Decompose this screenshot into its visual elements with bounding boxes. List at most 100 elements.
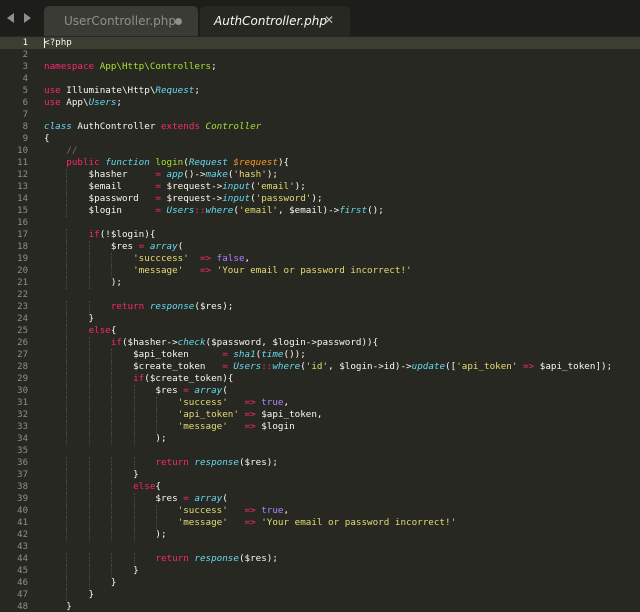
code-token: = (155, 193, 167, 204)
code-line[interactable]: 38 else{ (0, 481, 640, 493)
code-token: where (272, 361, 301, 372)
code-text: use App\Users; (44, 97, 122, 109)
tab-user-controller[interactable]: UserController.php (44, 6, 198, 36)
code-line[interactable]: 27 $api_token = sha1(time()); (0, 349, 640, 361)
code-line[interactable]: 29 if($create_token){ (0, 373, 640, 385)
code-text: $res = array( (44, 493, 227, 505)
code-token: true (261, 505, 284, 516)
line-number: 3 (22, 62, 28, 72)
code-line[interactable]: 28 $create_token = Users::where('id', $l… (0, 361, 640, 373)
code-line[interactable]: 26 if($hasher->check($password, $login->… (0, 337, 640, 349)
code-line[interactable]: 22 (0, 289, 640, 301)
line-number: 1 (22, 38, 28, 48)
code-token: update (411, 361, 446, 372)
code-text: return response($res); (44, 301, 234, 313)
code-line[interactable]: 25 else{ (0, 325, 640, 337)
modified-dot-icon[interactable] (175, 18, 182, 25)
arrow-left-icon[interactable] (6, 10, 16, 26)
code-line[interactable]: 46 } (0, 577, 640, 589)
code-line[interactable]: 40 'success' => true, (0, 505, 640, 517)
code-line[interactable]: 14 $password = $request->input('password… (0, 193, 640, 205)
code-line[interactable]: 36 return response($res); (0, 457, 640, 469)
code-line[interactable]: 41 'message' => 'Your email or password … (0, 517, 640, 529)
code-text: 'success' => true, (44, 397, 289, 409)
code-text: else{ (44, 325, 117, 337)
tab-auth-controller[interactable]: AuthController.php ✕ (200, 6, 350, 36)
code-line[interactable]: 5 use Illuminate\Http\Request; (0, 85, 640, 97)
code-line[interactable]: 44 return response($res); (0, 553, 640, 565)
code-line[interactable]: 30 $res = array( (0, 385, 640, 397)
code-line[interactable]: 42 ); (0, 529, 640, 541)
arrow-right-icon[interactable] (22, 10, 32, 26)
code-line[interactable]: 32 'api_token' => $api_token, (0, 409, 640, 421)
code-text: $res = array( (44, 385, 228, 397)
close-icon[interactable]: ✕ (324, 13, 334, 27)
code-line[interactable]: 33 'message' => $login (0, 421, 640, 433)
code-area[interactable]: 1 <?php 2 3 namespace App\Http\Controllers; 4… (0, 36, 640, 612)
code-line[interactable]: 24 } (0, 313, 640, 325)
code-line[interactable]: 1 <?php (0, 37, 640, 49)
code-token: => (199, 253, 217, 264)
code-line[interactable]: 19 'succcess' => false, (0, 253, 640, 265)
code-line[interactable]: 34 ); (0, 433, 640, 445)
code-token: Request (155, 85, 195, 96)
code-line[interactable]: 18 $res = array( (0, 241, 640, 253)
code-line[interactable]: 35 (0, 445, 640, 457)
code-token: return (155, 457, 195, 468)
code-line[interactable]: 21 ); (0, 277, 640, 289)
code-line[interactable]: 47 } (0, 589, 640, 601)
code-token: { (44, 133, 50, 144)
code-token: ( (222, 385, 228, 396)
line-number: 24 (17, 314, 28, 324)
code-line[interactable]: 13 $email = $request->input('email'); (0, 181, 640, 193)
code-line[interactable]: 9{ (0, 133, 640, 145)
line-number: 8 (22, 122, 28, 132)
code-line[interactable]: 43 (0, 541, 640, 553)
code-line[interactable]: 20 'message' => 'Your email or password … (0, 265, 640, 277)
code-line[interactable]: 11 public function login(Request $reques… (0, 157, 640, 169)
code-text: return response($res); (44, 553, 278, 565)
code-token: => (244, 421, 262, 432)
code-line[interactable]: 39 $res = array( (0, 493, 640, 505)
code-token: if (88, 229, 100, 240)
line-number: 16 (17, 218, 28, 228)
code-token: Users (233, 361, 262, 372)
code-token: } (44, 313, 95, 324)
code-line[interactable]: 4 (0, 73, 640, 85)
code-line[interactable]: 16 (0, 217, 640, 229)
code-line[interactable]: 8 class AuthController extends Controller (0, 121, 640, 133)
code-line[interactable]: 10 // (0, 145, 640, 157)
code-token: ()); (283, 349, 306, 360)
code-line[interactable]: 6 use App\Users; (0, 97, 640, 109)
code-token: return (155, 553, 195, 564)
code-text: 'message' => 'Your email or password inc… (44, 265, 411, 277)
code-line[interactable]: 48 } (0, 601, 640, 612)
code-line[interactable]: 7 (0, 109, 640, 121)
line-number: 7 (22, 110, 28, 120)
code-text: ); (44, 277, 122, 289)
code-line[interactable]: 2 (0, 49, 640, 61)
code-token: = (138, 241, 150, 252)
code-line[interactable]: 17 if(!$login){ (0, 229, 640, 241)
code-text: $login = Users::where('email', $email)->… (44, 205, 384, 217)
code-token: namespace (44, 61, 100, 72)
line-number: 33 (17, 422, 28, 432)
code-token: ($res); (238, 457, 278, 468)
code-line[interactable]: 12 $hasher = app()->make('hash'); (0, 169, 640, 181)
code-line[interactable]: 45 } (0, 565, 640, 577)
code-line[interactable]: 37 } (0, 469, 640, 481)
line-number: 48 (17, 602, 28, 612)
tab-label: AuthController.php (214, 14, 327, 28)
code-token: $request (233, 157, 278, 168)
code-text: 'succcess' => false, (44, 253, 250, 265)
code-token: => (244, 409, 262, 420)
code-token: = (155, 205, 167, 216)
code-line[interactable]: 15 $login = Users::where('email', $email… (0, 205, 640, 217)
code-line[interactable]: 3 namespace App\Http\Controllers; (0, 61, 640, 73)
code-line[interactable]: 31 'success' => true, (0, 397, 640, 409)
code-token: 'hash' (233, 169, 267, 180)
code-token: 'api_token' (177, 409, 239, 420)
code-line[interactable]: 23 return response($res); (0, 301, 640, 313)
